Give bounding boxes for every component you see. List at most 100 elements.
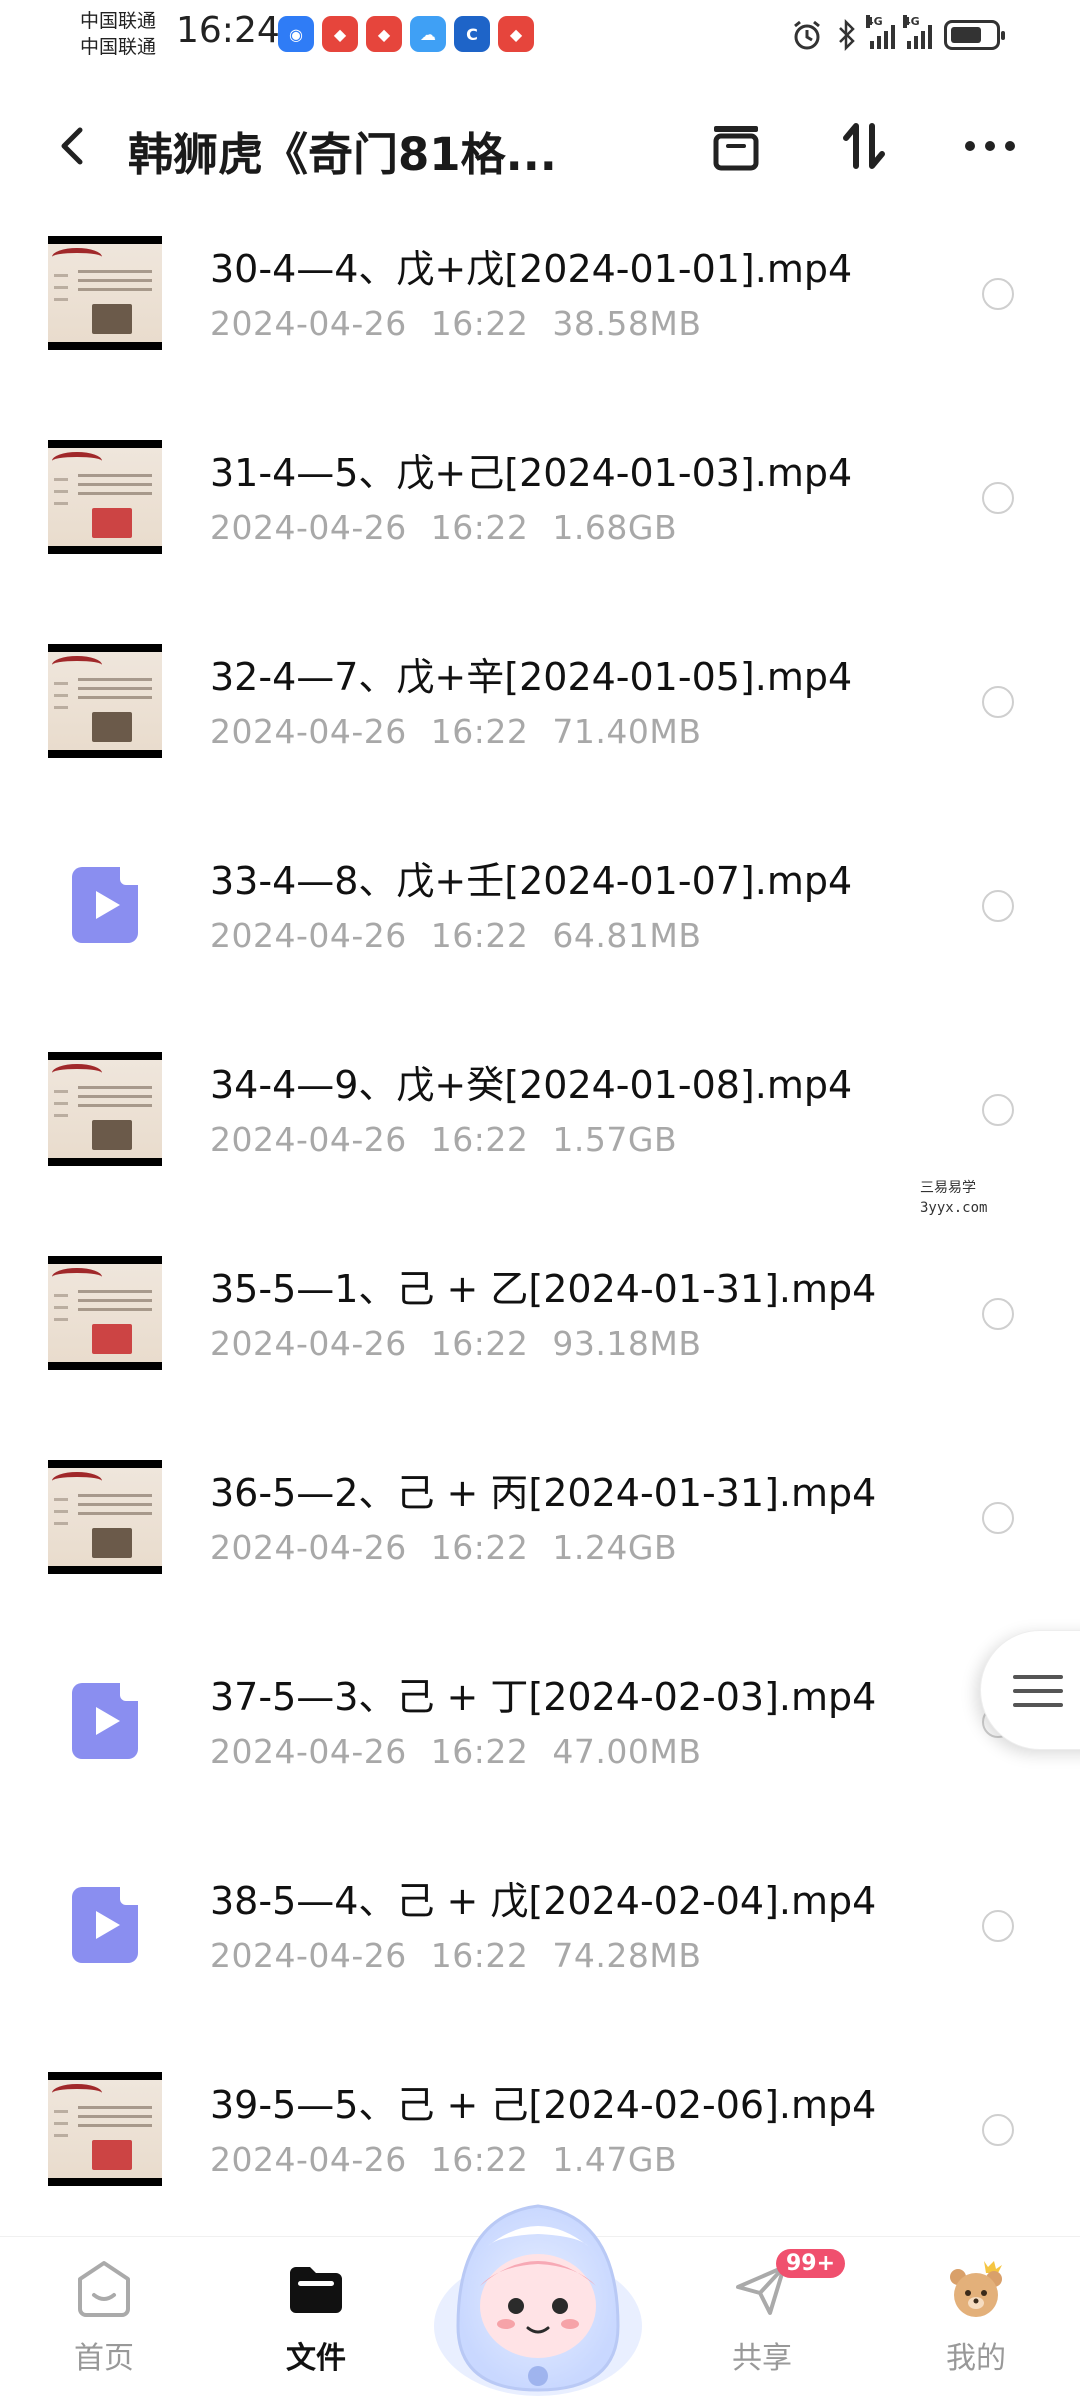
- file-name: 35-5—1、己 + 乙[2024-01-31].mp4: [210, 1267, 877, 1311]
- file-time: 16:22: [430, 712, 529, 751]
- file-row[interactable]: 37-5—3、己 + 丁[2024-02-03].mp4 2024-04-26 16…: [0, 1624, 1080, 1828]
- file-size: 38.58MB: [552, 304, 702, 343]
- file-name: 38-5—4、己 + 戊[2024-02-04].mp4: [210, 1879, 877, 1923]
- back-button[interactable]: [48, 120, 96, 172]
- file-size: 1.57GB: [552, 1120, 678, 1159]
- file-row[interactable]: 35-5—1、己 + 乙[2024-01-31].mp4 2024-04-26 16…: [0, 1216, 1080, 1420]
- file-time: 16:22: [430, 1936, 529, 1975]
- carrier-info: 中国联通 中国联通: [80, 8, 156, 60]
- file-row[interactable]: 34-4—9、戊+癸[2024-01-08].mp4 2024-04-26 16:2…: [0, 1012, 1080, 1216]
- page-title: 韩狮虎《奇门81格...: [128, 128, 557, 181]
- carrier-1: 中国联通: [80, 10, 157, 32]
- select-radio[interactable]: [982, 1910, 1014, 1942]
- notification-icons: ◉ ◆ ◆ ☁ C ◆: [278, 16, 534, 52]
- select-radio[interactable]: [982, 686, 1014, 718]
- nav-files[interactable]: 文件: [246, 2257, 386, 2377]
- file-size: 64.81MB: [552, 916, 702, 955]
- file-meta: 2024-04-26 16:22 38.58MB: [210, 304, 701, 343]
- video-thumbnail: [48, 644, 162, 758]
- file-date: 2024-04-26: [210, 1120, 407, 1159]
- nav-home[interactable]: 首页: [34, 2257, 174, 2377]
- video-file-icon: [48, 1664, 162, 1778]
- file-time: 16:22: [430, 1324, 529, 1363]
- file-date: 2024-04-26: [210, 1324, 407, 1363]
- bluetooth-icon: [839, 18, 855, 52]
- app-notify-icon: ◆: [498, 16, 534, 52]
- select-radio[interactable]: [982, 1502, 1014, 1534]
- select-radio[interactable]: [982, 482, 1014, 514]
- file-name: 39-5—5、己 + 己[2024-02-06].mp4: [210, 2083, 877, 2127]
- video-thumbnail: [48, 1052, 162, 1166]
- nav-share[interactable]: 99+ 共享: [692, 2249, 846, 2377]
- file-meta: 2024-04-26 16:22 74.28MB: [210, 1936, 701, 1975]
- file-name: 32-4—7、戊+辛[2024-01-05].mp4: [210, 655, 853, 699]
- file-size: 1.24GB: [552, 1528, 678, 1567]
- carrier-2: 中国联通: [80, 36, 157, 58]
- video-thumbnail: [48, 1460, 162, 1574]
- file-meta: 2024-04-26 16:22 1.47GB: [210, 2140, 677, 2179]
- file-list: 30-4—4、戊+戊[2024-01-01].mp4 2024-04-26 16:2…: [0, 196, 1080, 2236]
- file-size: 1.68GB: [552, 508, 678, 547]
- weather-icon: ☁: [410, 16, 446, 52]
- status-indicators: 4G 4G: [790, 15, 1005, 52]
- file-date: 2024-04-26: [210, 1732, 407, 1771]
- app-notify-icon: ◆: [366, 16, 402, 52]
- home-icon: [72, 2257, 136, 2321]
- status-bar: 中国联通 中国联通 16:24 ◉ ◆ ◆ ☁ C ◆ 4G 4G: [0, 0, 1080, 72]
- file-size: 74.28MB: [552, 1936, 702, 1975]
- file-name: 37-5—3、己 + 丁[2024-02-03].mp4: [210, 1675, 877, 1719]
- select-radio[interactable]: [982, 890, 1014, 922]
- video-file-icon: [48, 1868, 162, 1982]
- select-radio[interactable]: [982, 1094, 1014, 1126]
- more-icon: [965, 141, 1015, 151]
- video-thumbnail: [48, 440, 162, 554]
- file-time: 16:22: [430, 2140, 529, 2179]
- nav-home-label: 首页: [74, 2341, 134, 2376]
- file-size: 71.40MB: [552, 712, 702, 751]
- file-name: 36-5—2、己 + 丙[2024-01-31].mp4: [210, 1471, 877, 1515]
- nav-share-label: 共享: [732, 2341, 792, 2376]
- file-row[interactable]: 33-4—8、戊+壬[2024-01-07].mp4 2024-04-26 16:2…: [0, 808, 1080, 1012]
- file-time: 16:22: [430, 1732, 529, 1771]
- file-meta: 2024-04-26 16:22 1.24GB: [210, 1528, 677, 1567]
- video-thumbnail: [48, 236, 162, 350]
- file-size: 93.18MB: [552, 1324, 702, 1363]
- more-button[interactable]: [960, 116, 1020, 176]
- file-date: 2024-04-26: [210, 304, 407, 343]
- app-notify-icon: ◆: [322, 16, 358, 52]
- file-row[interactable]: 32-4—7、戊+辛[2024-01-05].mp4 2024-04-26 16:2…: [0, 604, 1080, 808]
- app-notify-icon: ◉: [278, 16, 314, 52]
- select-radio[interactable]: [982, 1298, 1014, 1330]
- archive-button[interactable]: [706, 116, 766, 176]
- back-icon: [61, 127, 83, 165]
- nav-mine[interactable]: 我的: [906, 2257, 1046, 2377]
- battery-icon: [944, 20, 1005, 50]
- file-time: 16:22: [430, 916, 529, 955]
- signal-2-icon: 4G: [903, 15, 932, 49]
- file-row[interactable]: 30-4—4、戊+戊[2024-01-01].mp4 2024-04-26 16:2…: [0, 196, 1080, 400]
- file-name: 34-4—9、戊+癸[2024-01-08].mp4: [210, 1063, 853, 1107]
- select-radio[interactable]: [982, 278, 1014, 310]
- status-time: 16:24: [176, 10, 280, 51]
- video-file-icon: [48, 848, 162, 962]
- file-meta: 2024-04-26 16:22 71.40MB: [210, 712, 701, 751]
- file-name: 30-4—4、戊+戊[2024-01-01].mp4: [210, 247, 853, 291]
- watermark: 三易易学 3yyx.com: [920, 1180, 988, 1216]
- file-date: 2024-04-26: [210, 1936, 407, 1975]
- file-row[interactable]: 36-5—2、己 + 丙[2024-01-31].mp4 2024-04-26 16…: [0, 1420, 1080, 1624]
- file-row[interactable]: 31-4—5、戊+己[2024-01-03].mp4 2024-04-26 16:2…: [0, 400, 1080, 604]
- file-meta: 2024-04-26 16:22 64.81MB: [210, 916, 701, 955]
- select-radio[interactable]: [982, 2114, 1014, 2146]
- file-time: 16:22: [430, 304, 529, 343]
- file-date: 2024-04-26: [210, 712, 407, 751]
- file-size: 1.47GB: [552, 2140, 678, 2179]
- signal-1-icon: 4G: [866, 15, 895, 49]
- share-badge: 99+: [776, 2249, 846, 2278]
- ai-assistant-mascot-button[interactable]: [428, 2176, 648, 2400]
- nav-files-label: 文件: [286, 2341, 346, 2376]
- file-row[interactable]: 38-5—4、己 + 戊[2024-02-04].mp4 2024-04-26 16…: [0, 1828, 1080, 2032]
- sort-button[interactable]: [834, 116, 894, 176]
- file-date: 2024-04-26: [210, 508, 407, 547]
- file-time: 16:22: [430, 1528, 529, 1567]
- file-meta: 2024-04-26 16:22 1.57GB: [210, 1120, 677, 1159]
